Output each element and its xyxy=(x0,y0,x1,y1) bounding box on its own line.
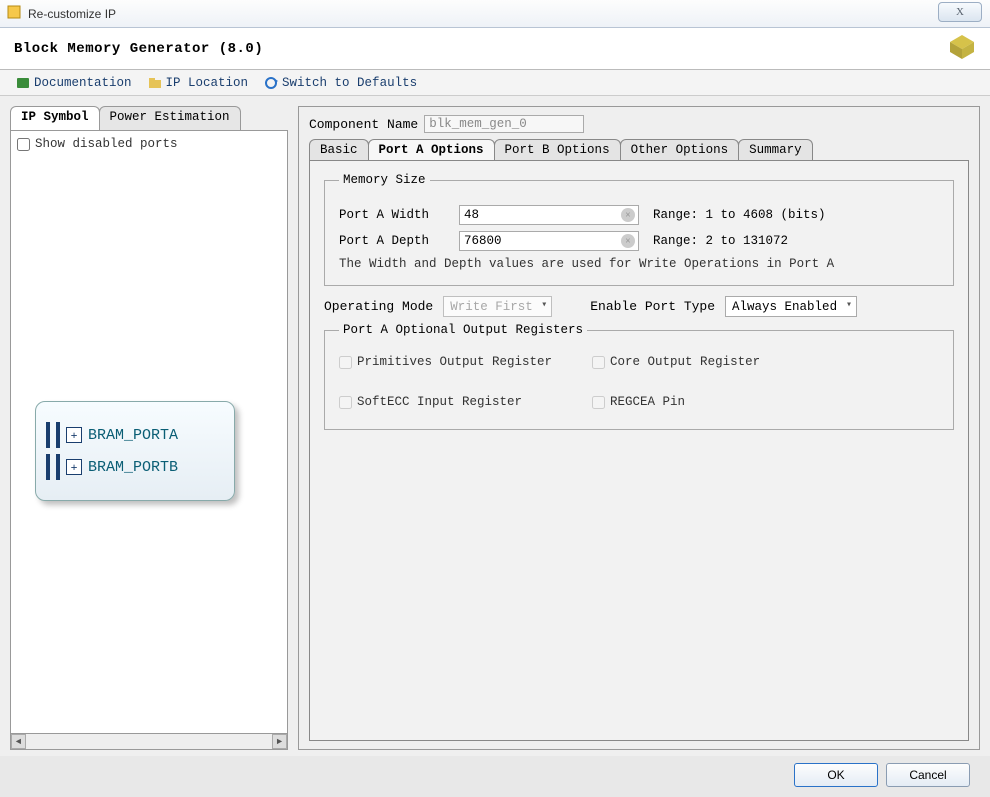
tab-other-options[interactable]: Other Options xyxy=(620,139,740,160)
documentation-link[interactable]: Documentation xyxy=(10,74,138,92)
clear-icon[interactable]: × xyxy=(621,208,635,222)
right-panel: Component Name Basic Port A Options Port… xyxy=(298,106,980,750)
book-icon xyxy=(16,76,30,90)
operating-mode-label: Operating Mode xyxy=(324,299,433,314)
ok-button[interactable]: OK xyxy=(794,763,878,787)
ip-symbol-view: Show disabled ports + BRAM_PORTA + BRAM_… xyxy=(10,130,288,734)
horizontal-scrollbar[interactable]: ◄ ► xyxy=(10,734,288,750)
tab-port-b-options[interactable]: Port B Options xyxy=(494,139,621,160)
vendor-logo xyxy=(948,33,976,65)
show-disabled-ports-input[interactable] xyxy=(17,138,30,151)
scroll-left-arrow[interactable]: ◄ xyxy=(11,734,26,749)
left-tabs: IP Symbol Power Estimation xyxy=(10,106,288,130)
port-a-depth-range: Range: 2 to 131072 xyxy=(653,234,788,248)
left-panel: IP Symbol Power Estimation Show disabled… xyxy=(10,106,288,750)
window-close-button[interactable]: X xyxy=(938,2,982,22)
clear-icon[interactable]: × xyxy=(621,234,635,248)
operating-mode-select: Write First xyxy=(443,296,552,317)
bus-bar-icon xyxy=(56,454,60,480)
port-a-depth-label: Port A Depth xyxy=(339,234,451,248)
app-icon xyxy=(6,4,22,24)
optional-output-registers-legend: Port A Optional Output Registers xyxy=(339,323,587,337)
ip-block-diagram: + BRAM_PORTA + BRAM_PORTB xyxy=(35,401,235,501)
bram-portb-row[interactable]: + BRAM_PORTB xyxy=(46,454,224,480)
port-a-options-body: Memory Size Port A Width × Range: 1 to 4… xyxy=(309,160,969,741)
expand-icon[interactable]: + xyxy=(66,427,82,443)
expand-icon[interactable]: + xyxy=(66,459,82,475)
memory-size-group: Memory Size Port A Width × Range: 1 to 4… xyxy=(324,173,954,286)
tab-basic[interactable]: Basic xyxy=(309,139,369,160)
cancel-button[interactable]: Cancel xyxy=(886,763,970,787)
optional-output-registers-group: Port A Optional Output Registers Primiti… xyxy=(324,323,954,430)
port-a-depth-input[interactable] xyxy=(459,231,639,251)
ip-location-link[interactable]: IP Location xyxy=(142,74,255,92)
bus-bar-icon xyxy=(46,454,50,480)
titlebar: Re-customize IP X xyxy=(0,0,990,28)
scroll-right-arrow[interactable]: ► xyxy=(272,734,287,749)
memory-size-legend: Memory Size xyxy=(339,173,430,187)
memory-size-note: The Width and Depth values are used for … xyxy=(339,257,939,271)
workspace: IP Symbol Power Estimation Show disabled… xyxy=(0,96,990,756)
core-output-register-checkbox: Core Output Register xyxy=(592,355,760,369)
port-a-width-range: Range: 1 to 4608 (bits) xyxy=(653,208,826,222)
component-name-label: Component Name xyxy=(309,117,418,132)
component-name-input xyxy=(424,115,584,133)
show-disabled-ports-checkbox[interactable]: Show disabled ports xyxy=(17,137,281,151)
header: Block Memory Generator (8.0) xyxy=(0,28,990,70)
switch-defaults-link[interactable]: Switch to Defaults xyxy=(258,74,423,92)
enable-port-type-select[interactable]: Always Enabled xyxy=(725,296,857,317)
bram-porta-row[interactable]: + BRAM_PORTA xyxy=(46,422,224,448)
softecc-input-register-checkbox: SoftECC Input Register xyxy=(339,395,522,409)
regcea-pin-checkbox: REGCEA Pin xyxy=(592,395,685,409)
tab-summary[interactable]: Summary xyxy=(738,139,813,160)
tab-ip-symbol[interactable]: IP Symbol xyxy=(10,106,100,130)
enable-port-type-label: Enable Port Type xyxy=(590,299,715,314)
port-a-width-input[interactable] xyxy=(459,205,639,225)
tab-power-estimation[interactable]: Power Estimation xyxy=(99,106,241,130)
port-a-width-label: Port A Width xyxy=(339,208,451,222)
refresh-icon xyxy=(264,76,278,90)
toolbar: Documentation IP Location Switch to Defa… xyxy=(0,70,990,96)
component-name-row: Component Name xyxy=(309,115,969,133)
page-title: Block Memory Generator (8.0) xyxy=(14,41,263,57)
folder-icon xyxy=(148,76,162,90)
tab-port-a-options[interactable]: Port A Options xyxy=(368,139,495,160)
config-tabs: Basic Port A Options Port B Options Othe… xyxy=(309,139,969,160)
footer: OK Cancel xyxy=(0,756,990,794)
bus-bar-icon xyxy=(56,422,60,448)
bus-bar-icon xyxy=(46,422,50,448)
window-title: Re-customize IP xyxy=(28,7,116,21)
primitives-output-register-checkbox: Primitives Output Register xyxy=(339,355,552,369)
